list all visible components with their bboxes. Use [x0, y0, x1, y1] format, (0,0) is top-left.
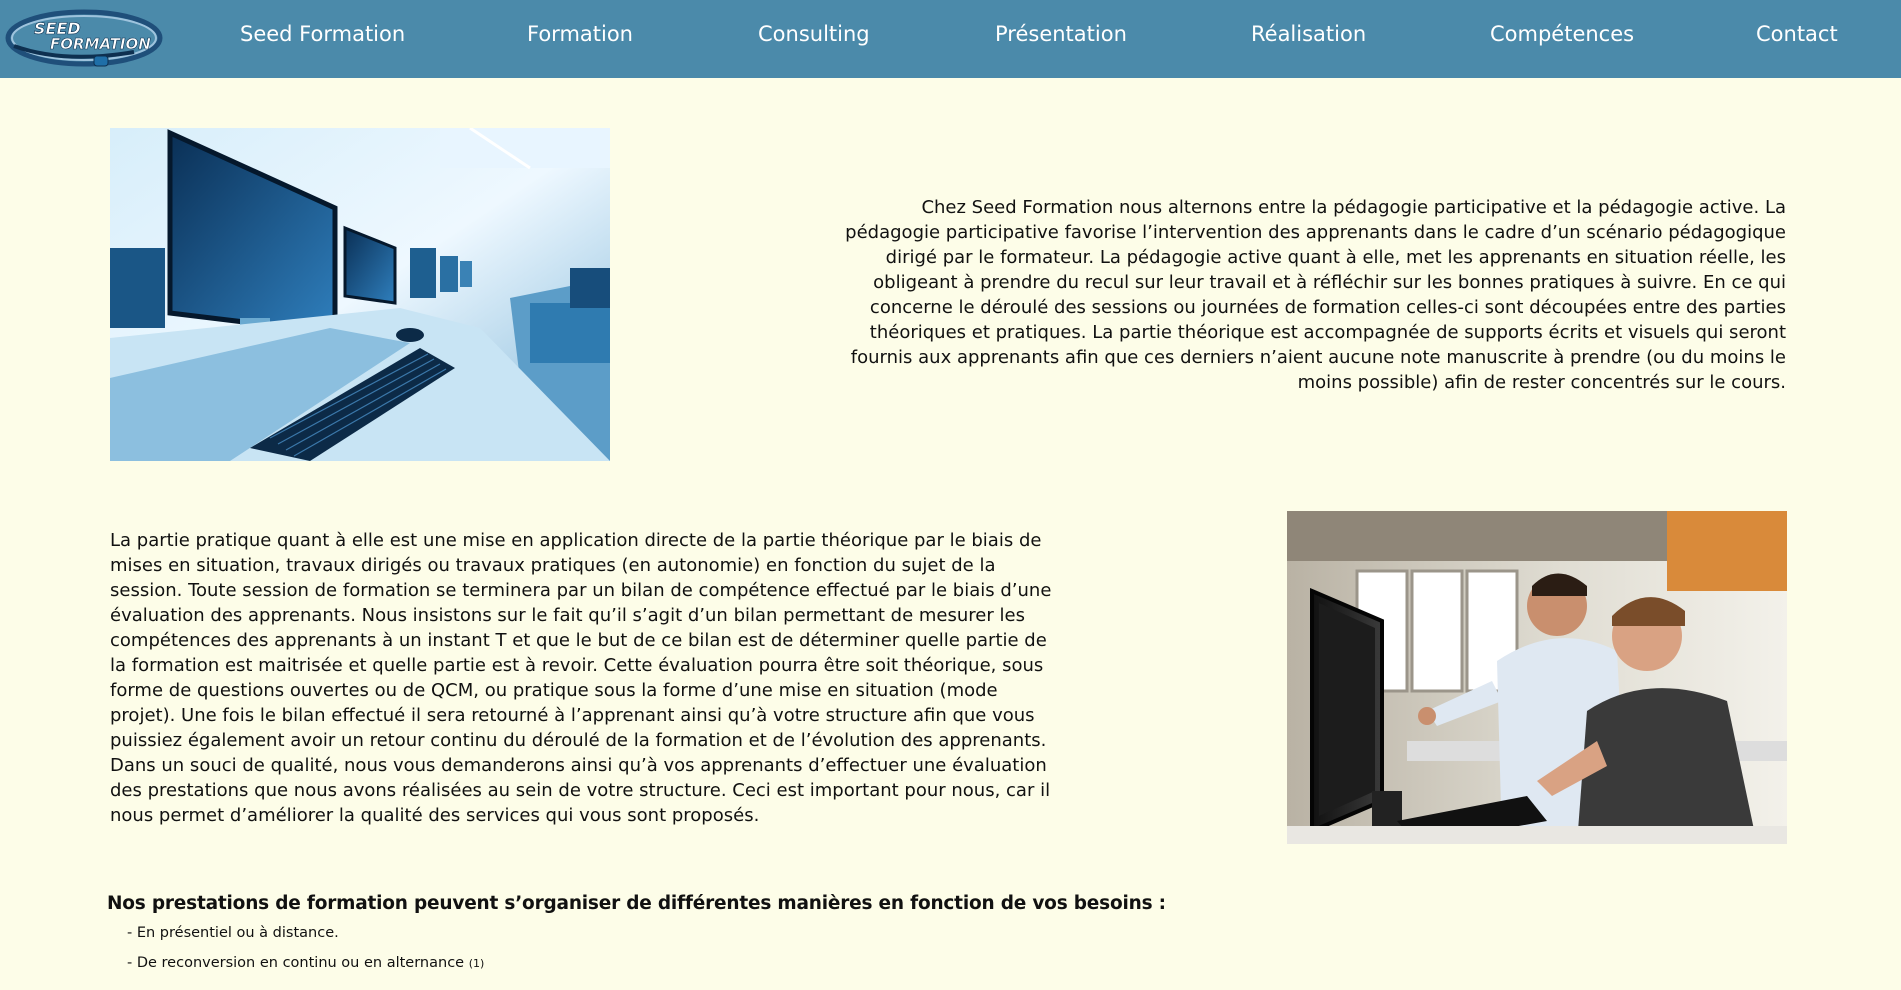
nav-contact[interactable]: Contact [1756, 20, 1838, 48]
navbar: SEED FORMATION Seed Formation Formation … [0, 0, 1901, 78]
footnote-marker: (1) [468, 957, 485, 970]
service-item-text: - De reconversion en continu ou en alter… [127, 955, 465, 971]
service-item-reconversion: - De reconversion en continu ou en alter… [127, 955, 484, 971]
nav-seed-formation[interactable]: Seed Formation [240, 20, 405, 48]
nav-formation[interactable]: Formation [527, 20, 633, 48]
computer-lab-image [110, 128, 610, 461]
nav-competences[interactable]: Compétences [1490, 20, 1634, 48]
service-item-text: - En présentiel ou à distance. [127, 925, 339, 941]
logo-text-formation: FORMATION [50, 35, 151, 53]
trainer-student-image [1287, 511, 1787, 844]
services-heading: Nos prestations de formation peuvent s’o… [107, 893, 1166, 914]
pedagogy-paragraph: Chez Seed Formation nous alternons entre… [845, 197, 1786, 393]
service-item-presentiel: - En présentiel ou à distance. [127, 925, 339, 941]
seed-formation-logo[interactable]: SEED FORMATION [4, 6, 170, 70]
nav-presentation[interactable]: Présentation [995, 20, 1127, 48]
nav-realisation[interactable]: Réalisation [1251, 20, 1366, 48]
practical-part-paragraph: La partie pratique quant à elle est une … [110, 530, 1052, 826]
nav-consulting[interactable]: Consulting [758, 20, 870, 48]
